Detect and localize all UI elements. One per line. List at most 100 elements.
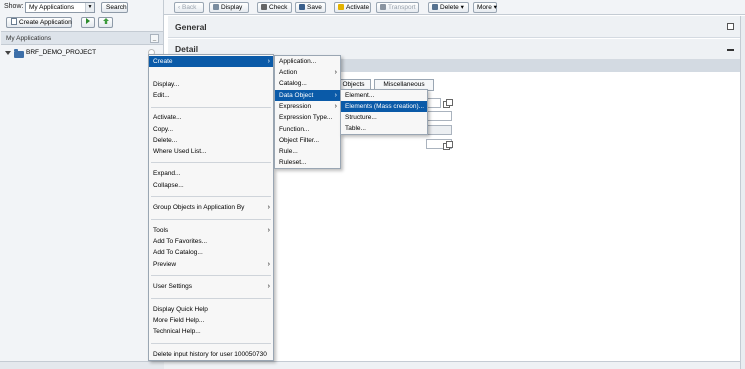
horizontal-scrollbar[interactable] (164, 361, 740, 369)
dropdown-arrow-icon: ▾ (493, 4, 497, 11)
create-submenu: Application... Action › Catalog... Data O… (274, 55, 341, 169)
chevron-down-icon: ▼ (85, 3, 94, 12)
minimize-icon[interactable]: _ (150, 34, 159, 43)
menu-item-element[interactable]: Element... (341, 90, 427, 101)
menu-separator (151, 162, 271, 163)
chevron-right-icon: › (334, 92, 337, 99)
menu-item-data-object[interactable]: Data Object › (275, 90, 340, 101)
save-icon (299, 4, 305, 10)
menu-item-expression[interactable]: Expression › (275, 101, 340, 112)
input-field[interactable] (426, 98, 441, 108)
menu-item-activate[interactable]: Activate... (149, 112, 273, 123)
detail-title: Detail (175, 44, 199, 54)
chevron-right-icon: › (267, 204, 270, 211)
menu-item-add-to-catalog[interactable]: Add To Catalog... (149, 247, 273, 258)
data-object-submenu: Element... Elements (Mass creation)... S… (340, 89, 428, 135)
input-field[interactable] (426, 111, 452, 121)
refresh-icon (103, 18, 109, 24)
show-select-value: My Applications (29, 4, 75, 11)
display-label: Display (221, 4, 243, 11)
check-button[interactable]: Check (257, 2, 292, 13)
back-label: Back (181, 4, 197, 11)
tree-item-brf-demo-project[interactable]: BRF_DEMO_PROJECT (26, 49, 96, 56)
expand-triangle-icon[interactable] (5, 51, 11, 55)
check-icon (261, 4, 267, 10)
menu-item-application[interactable]: Application... (275, 56, 340, 67)
menu-item-table[interactable]: Table... (341, 123, 427, 134)
transport-button[interactable]: Transport (376, 2, 419, 13)
menu-item-technical-help[interactable]: Technical Help... (149, 326, 273, 337)
search-button[interactable]: Search (101, 2, 128, 13)
menu-item-delete[interactable]: Delete... (149, 135, 273, 146)
menu-item-object-filter[interactable]: Object Filter... (275, 135, 340, 146)
menu-item-collapse[interactable]: Collapse... (149, 180, 273, 191)
menu-item-tools[interactable]: Tools › (149, 225, 273, 236)
chevron-right-icon: › (267, 261, 270, 268)
dropdown-arrow-icon: ▾ (460, 4, 464, 11)
menu-item-user-settings[interactable]: User Settings › (149, 281, 273, 292)
menu-separator (151, 275, 271, 276)
create-application-button[interactable]: Create Application (6, 17, 72, 28)
update-tree-button[interactable] (98, 17, 113, 28)
display-button[interactable]: Display (209, 2, 249, 13)
trash-icon (432, 4, 438, 10)
menu-item-action[interactable]: Action › (275, 67, 340, 78)
menu-separator (151, 107, 271, 108)
minimize-icon[interactable] (727, 49, 734, 51)
show-select[interactable]: My Applications ▼ (25, 2, 95, 13)
menu-item-rule[interactable]: Rule... (275, 146, 340, 157)
menu-item-preview[interactable]: Preview › (149, 259, 273, 270)
left-panel: Show: My Applications ▼ Search Create Ap… (0, 0, 164, 369)
play-icon (86, 18, 90, 24)
create-application-label: Create Application (19, 19, 72, 26)
copy-icon[interactable] (443, 141, 453, 150)
document-icon (11, 18, 17, 25)
menu-item-delete-input-history[interactable]: Delete input history for user 100050730 (149, 349, 273, 360)
context-menu: Create › Display... Edit... Activate... C… (148, 54, 274, 361)
chevron-right-icon: › (267, 58, 270, 65)
glasses-icon (213, 4, 219, 10)
more-button[interactable]: More ▾ (473, 2, 497, 13)
menu-separator (151, 196, 271, 197)
copy-icon[interactable] (443, 99, 453, 108)
menu-item-expression-type[interactable]: Expression Type... (275, 112, 340, 123)
vertical-scrollbar[interactable] (740, 16, 745, 369)
menu-item-expand[interactable]: Expand... (149, 168, 273, 179)
truck-icon (380, 4, 386, 10)
general-section-header[interactable]: General (168, 16, 740, 38)
menu-item-display[interactable]: Display... (149, 79, 273, 90)
menu-separator (151, 343, 271, 344)
activate-tree-button[interactable] (81, 17, 95, 28)
menu-separator (151, 219, 271, 220)
menu-item-quick-help[interactable]: Display Quick Help (149, 304, 273, 315)
activate-icon (338, 4, 344, 10)
menu-item-copy[interactable]: Copy... (149, 124, 273, 135)
left-horizontal-scrollbar[interactable] (0, 361, 164, 369)
main-toolbar: ‹ Back Display Check Save Activate Trans… (164, 0, 745, 15)
menu-item-edit[interactable]: Edit... (149, 90, 273, 101)
restore-icon[interactable] (727, 23, 734, 30)
my-applications-title: My Applications (6, 35, 52, 42)
back-button[interactable]: ‹ Back (174, 2, 204, 13)
menu-item-where-used[interactable]: Where Used List... (149, 146, 273, 157)
activate-button[interactable]: Activate (334, 2, 371, 13)
save-label: Save (307, 4, 322, 11)
chevron-right-icon: › (334, 69, 337, 76)
folder-icon (14, 49, 24, 58)
menu-item-elements-mass-creation[interactable]: Elements (Mass creation)... (341, 101, 427, 112)
menu-item-function[interactable]: Function... (275, 124, 340, 135)
delete-button[interactable]: Delete ▾ (428, 2, 469, 13)
my-applications-header: My Applications _ (1, 31, 163, 45)
readonly-field (426, 125, 452, 135)
delete-label: Delete (440, 4, 459, 11)
menu-item-structure[interactable]: Structure... (341, 112, 427, 123)
chevron-right-icon: › (267, 227, 270, 234)
menu-item-create[interactable]: Create › (149, 56, 273, 67)
chevron-right-icon: › (334, 103, 337, 110)
save-button[interactable]: Save (295, 2, 326, 13)
menu-item-add-to-favorites[interactable]: Add To Favorites... (149, 236, 273, 247)
menu-item-ruleset[interactable]: Ruleset... (275, 157, 340, 168)
menu-item-catalog[interactable]: Catalog... (275, 78, 340, 89)
menu-item-more-field-help[interactable]: More Field Help... (149, 315, 273, 326)
menu-item-group-objects[interactable]: Group Objects in Application By › (149, 202, 273, 213)
